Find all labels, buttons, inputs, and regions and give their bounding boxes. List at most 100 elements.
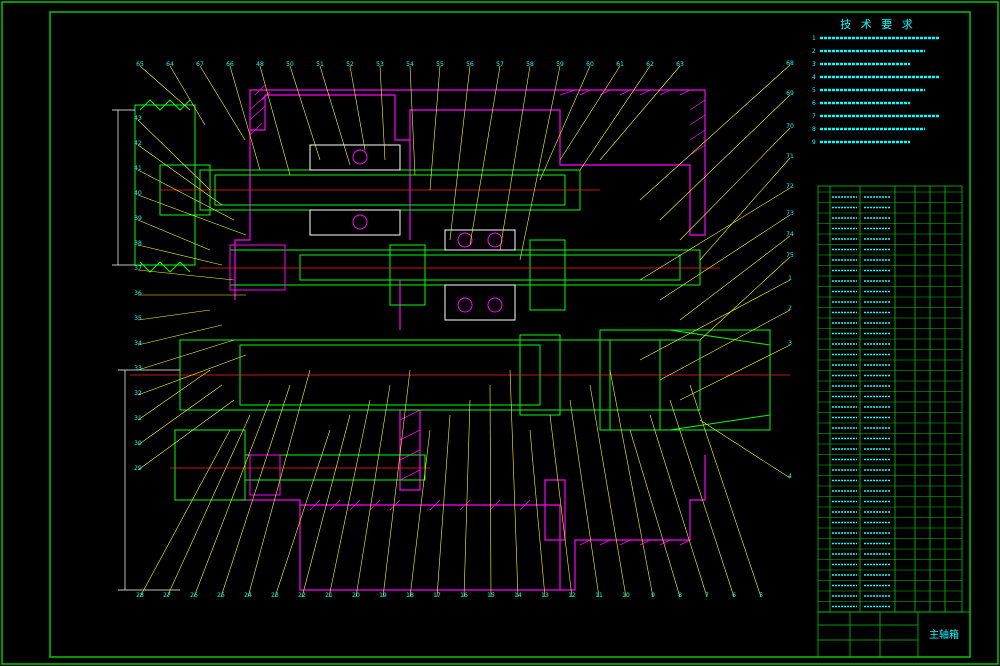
leader-line (639, 279, 791, 361)
pulley (134, 104, 196, 266)
part-number-label: 8 (678, 592, 682, 599)
leader-line (289, 65, 321, 161)
leader-line (539, 65, 591, 181)
part-number-label: 72 (786, 183, 794, 190)
leader-lines (137, 64, 791, 598)
note-number: 8 (812, 126, 816, 133)
part-number-label: 12 (568, 592, 576, 599)
part-number-label: 20 (352, 592, 360, 599)
leader-line (166, 414, 251, 598)
leader-line (599, 65, 681, 161)
part-number-label: 29 (134, 465, 142, 472)
part-number-label: 63 (676, 61, 684, 68)
part-number-label: 43 (134, 115, 142, 122)
leader-line (609, 369, 654, 598)
part-number-label: 73 (786, 210, 794, 217)
part-number-label: 2 (788, 305, 792, 312)
part-number-label: 53 (376, 61, 384, 68)
part-number-label: 30 (134, 440, 142, 447)
drawing-title: 主轴箱 (929, 628, 959, 641)
leader-line (328, 399, 371, 598)
part-number-label: 75 (786, 252, 794, 259)
part-number-label: 38 (134, 240, 142, 247)
part-number-label: 59 (556, 61, 564, 68)
part-number-label: 21 (325, 592, 333, 599)
part-number-label: 17 (433, 592, 441, 599)
part-number-label: 27 (163, 592, 171, 599)
part-number-label: 37 (134, 265, 142, 272)
leader-line (559, 65, 621, 161)
drawing-frame (49, 11, 971, 658)
leader-line (699, 256, 791, 341)
part-number-label: 52 (346, 61, 354, 68)
leader-line (349, 65, 366, 151)
leader-line (589, 384, 627, 598)
part-number-label: 32 (134, 390, 142, 397)
part-number-label: 60 (586, 61, 594, 68)
leader-line (137, 144, 223, 206)
leader-line (137, 339, 235, 371)
part-number-label: 40 (134, 190, 142, 197)
technical-notes: 技 术 要 求 1 2 3 4 5 6 7 8 9 (812, 18, 940, 146)
part-number-label: 71 (786, 153, 794, 160)
part-number-label: 14 (514, 592, 522, 599)
part-number-label: 3 (788, 340, 792, 347)
leader-line (139, 65, 191, 111)
leader-line (137, 194, 247, 236)
spindle-nose (599, 329, 771, 431)
assembly-drawing: 65 64 67 66 48 50 51 52 53 54 55 56 57 58 59 60 61 62 63 68… (1, 1, 999, 665)
part-number-label: 1 (788, 275, 792, 282)
leader-line (436, 414, 451, 598)
leader-line (699, 419, 791, 479)
leader-line (319, 65, 351, 166)
note-number: 3 (812, 61, 816, 68)
part-number-label: 11 (595, 592, 603, 599)
part-number-label: 31 (134, 415, 142, 422)
part-number-label: 56 (466, 61, 474, 68)
dimensions (112, 109, 180, 591)
leader-line (579, 65, 651, 171)
leader-line (449, 65, 471, 241)
leader-line (659, 94, 791, 221)
leader-line (229, 65, 261, 171)
leader-line (137, 119, 211, 191)
leader-line (569, 399, 600, 598)
leader-line (199, 65, 246, 141)
part-number-label: 10 (622, 592, 630, 599)
part-number-label: 42 (134, 140, 142, 147)
part-number-label: 15 (487, 592, 495, 599)
leader-line (499, 65, 531, 251)
part-number-label: 66 (226, 61, 234, 68)
part-number-label: 54 (406, 61, 414, 68)
leader-line (429, 65, 441, 191)
gears (229, 144, 661, 496)
notes-heading: 技 术 要 求 (840, 18, 916, 31)
part-number-label: 34 (134, 340, 142, 347)
part-number-label: 24 (244, 592, 252, 599)
leader-line (137, 219, 211, 251)
note-number: 7 (812, 113, 816, 120)
part-number-label: 16 (460, 592, 468, 599)
part-number-label: 23 (271, 592, 279, 599)
part-number-label: 35 (134, 315, 142, 322)
leader-line (409, 65, 416, 176)
part-number-label: 64 (166, 61, 174, 68)
leader-line (679, 127, 791, 241)
parts-list (817, 185, 963, 613)
part-number-label: 7 (705, 592, 709, 599)
part-number-label: 65 (136, 61, 144, 68)
part-number-label: 6 (732, 592, 736, 599)
part-number-label: 25 (217, 592, 225, 599)
part-number-label: 69 (786, 90, 794, 97)
part-number-label: 67 (196, 61, 204, 68)
leader-line (519, 65, 561, 261)
leader-line (137, 309, 211, 321)
leader-line (509, 369, 519, 598)
leader-line (689, 384, 762, 598)
part-number-label: 61 (616, 61, 624, 68)
note-number: 1 (812, 35, 816, 42)
part-number-label: 18 (406, 592, 414, 599)
leader-line (649, 414, 708, 598)
note-number: 5 (812, 87, 816, 94)
leader-line (379, 65, 386, 161)
